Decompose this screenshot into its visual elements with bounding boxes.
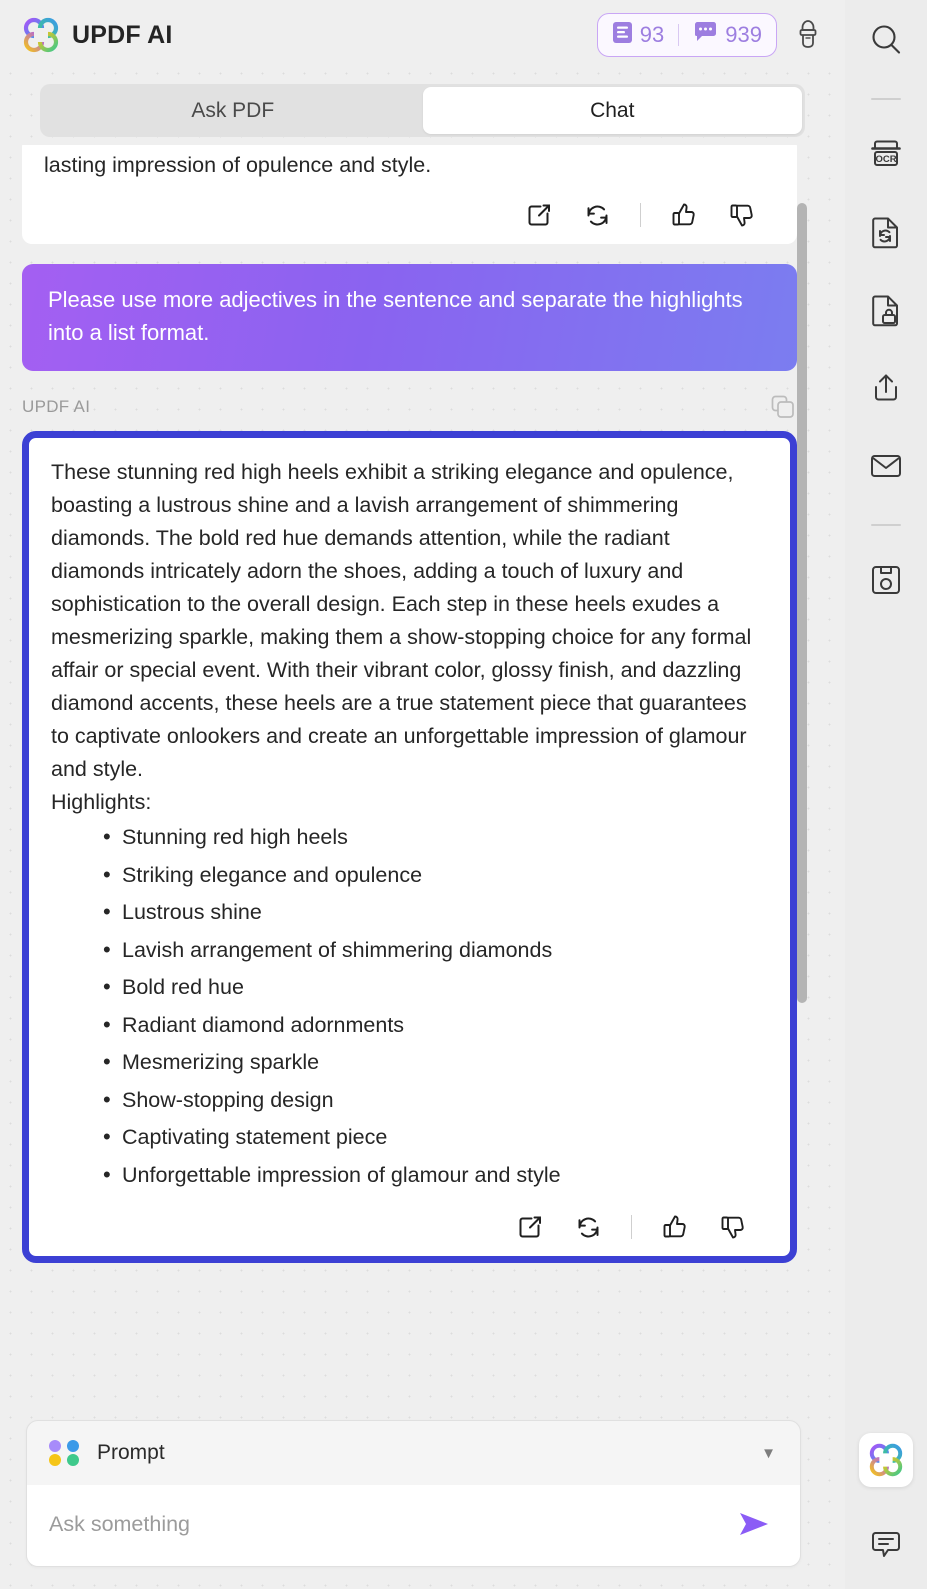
list-item: Striking elegance and opulence — [103, 856, 766, 895]
document-credit-icon — [612, 21, 633, 49]
search-icon[interactable] — [860, 14, 912, 66]
list-item: Unforgettable impression of glamour and … — [103, 1156, 766, 1195]
chat-credit: 939 — [693, 21, 762, 49]
updf-ai-logo-button[interactable] — [859, 1433, 913, 1487]
list-item: Bold red hue — [103, 968, 766, 1007]
mode-tabs-container: Ask PDF Chat — [0, 70, 845, 145]
send-icon[interactable] — [732, 1506, 776, 1542]
composer-input-row — [27, 1485, 800, 1566]
composer-container: Prompt ▼ — [0, 1402, 845, 1589]
highlights-list: Stunning red high heels Striking eleganc… — [103, 818, 766, 1195]
save-icon[interactable] — [860, 554, 912, 606]
conversation-scroll-area[interactable]: lasting impression of opulence and style… — [0, 145, 845, 1402]
chat-credit-count: 939 — [725, 22, 762, 47]
ocr-icon[interactable]: OCR — [860, 128, 912, 180]
assistant-message-previous: lasting impression of opulence and style… — [22, 145, 797, 244]
document-credit-count: 93 — [639, 22, 665, 47]
brush-icon[interactable] — [793, 18, 823, 52]
header-right: 93 939 — [596, 13, 823, 57]
conversation-scrollbar[interactable] — [797, 203, 807, 1003]
svg-text:OCR: OCR — [875, 154, 896, 165]
assistant-highlights-label: Highlights: — [51, 790, 152, 814]
protect-file-icon[interactable] — [860, 284, 912, 336]
rail-divider — [871, 98, 901, 100]
chat-credit-icon — [693, 21, 718, 49]
assistant-name-label: UPDF AI — [22, 397, 91, 416]
ask-input[interactable] — [49, 1511, 732, 1537]
regenerate-icon[interactable] — [573, 1212, 603, 1242]
brand: UPDF AI — [22, 16, 172, 54]
clover-logo-icon — [22, 16, 60, 54]
actions-divider — [631, 1215, 632, 1239]
convert-file-icon[interactable] — [860, 206, 912, 258]
user-message: Please use more adjectives in the senten… — [22, 264, 797, 371]
tab-ask-pdf[interactable]: Ask PDF — [43, 87, 423, 134]
chevron-down-icon[interactable]: ▼ — [761, 1445, 776, 1462]
list-item: Show-stopping design — [103, 1081, 766, 1120]
document-credit: 93 — [612, 21, 664, 49]
rail-divider — [871, 524, 901, 526]
composer: Prompt ▼ — [26, 1420, 801, 1567]
assistant-message-body: These stunning red high heels exhibit a … — [51, 460, 752, 781]
tab-chat[interactable]: Chat — [422, 87, 802, 134]
prompt-label: Prompt — [97, 1441, 165, 1464]
thumbs-down-icon[interactable] — [718, 1212, 748, 1242]
export-icon[interactable] — [524, 200, 554, 230]
actions-divider — [640, 203, 641, 227]
regenerate-icon[interactable] — [582, 200, 612, 230]
thumbs-up-icon[interactable] — [660, 1212, 690, 1242]
share-icon[interactable] — [860, 362, 912, 414]
export-icon[interactable] — [515, 1212, 545, 1242]
updf-ai-window: UPDF AI 93 939 Ask PDF Chat lasting impr… — [0, 0, 927, 1589]
app-header: UPDF AI 93 939 — [0, 0, 845, 70]
app-title: UPDF AI — [72, 20, 173, 49]
copy-icon[interactable] — [769, 393, 797, 421]
thumbs-up-icon[interactable] — [669, 200, 699, 230]
four-dots-icon — [49, 1438, 79, 1468]
email-icon[interactable] — [860, 440, 912, 492]
chat-panel: UPDF AI 93 939 Ask PDF Chat lasting impr… — [0, 0, 845, 1589]
credits-divider — [678, 24, 680, 46]
assistant-message-previous-text: lasting impression of opulence and style… — [44, 153, 432, 177]
prompt-selector[interactable]: Prompt ▼ — [27, 1421, 800, 1485]
list-item: Captivating statement piece — [103, 1118, 766, 1157]
list-item: Mesmerizing sparkle — [103, 1043, 766, 1082]
assistant-message-previous-actions — [44, 200, 775, 230]
list-item: Stunning red high heels — [103, 818, 766, 857]
assistant-message-actions — [51, 1212, 766, 1242]
mode-tabs: Ask PDF Chat — [40, 84, 805, 137]
list-item: Lustrous shine — [103, 893, 766, 932]
assistant-label-row: UPDF AI — [22, 393, 797, 421]
tool-rail: OCR — [845, 0, 927, 1589]
thumbs-down-icon[interactable] — [727, 200, 757, 230]
list-item: Lavish arrangement of shimmering diamond… — [103, 931, 766, 970]
credits-badge[interactable]: 93 939 — [596, 13, 777, 57]
assistant-message-current[interactable]: These stunning red high heels exhibit a … — [22, 431, 797, 1263]
comment-icon[interactable] — [860, 1519, 912, 1571]
list-item: Radiant diamond adornments — [103, 1006, 766, 1045]
